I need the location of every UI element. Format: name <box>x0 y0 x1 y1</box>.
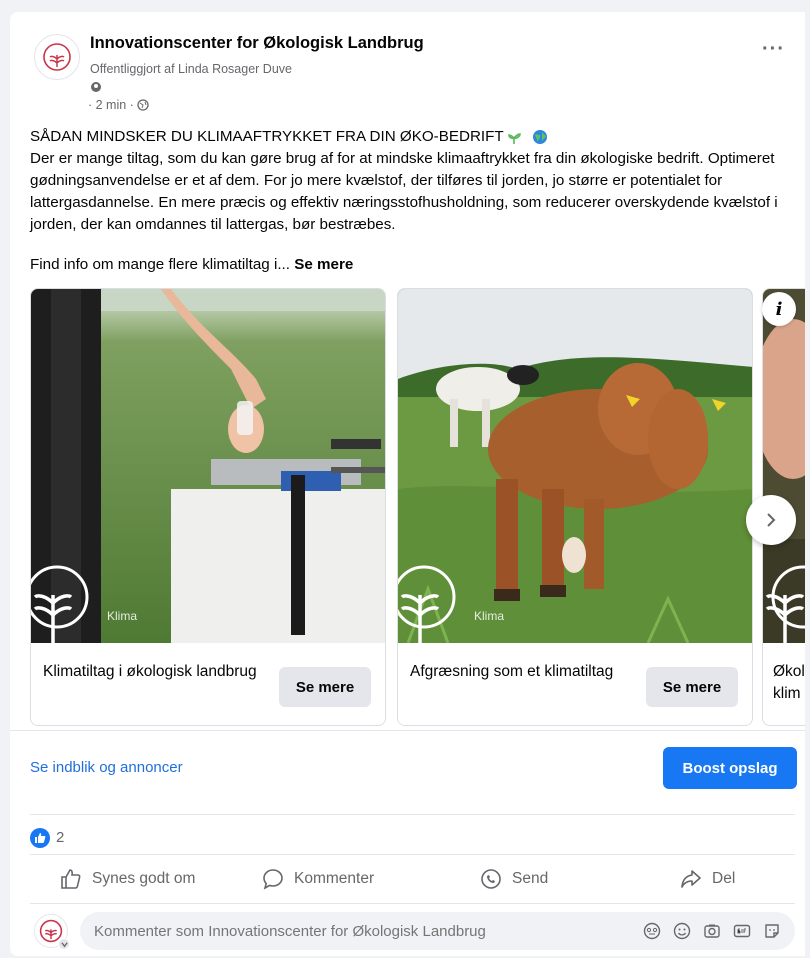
card-1-image[interactable]: Klima <box>31 289 385 643</box>
post-body: Der er mange tiltag, som du kan gøre bru… <box>30 150 778 233</box>
comment-composer <box>30 910 795 954</box>
card-1-tag: Klima <box>107 609 138 623</box>
carousel-card-1[interactable]: Klima Klimatiltag i økologisk landbrug S… <box>30 288 386 726</box>
comment-button[interactable]: Kommenter <box>262 855 374 903</box>
gif-icon[interactable] <box>733 922 751 940</box>
like-button[interactable]: Synes godt om <box>60 855 195 903</box>
insights-link[interactable]: Se indblik og annoncer <box>30 759 183 776</box>
post-headline: SÅDAN MINDSKER DU KLIMAAFTRYKKET FRA DIN… <box>30 128 504 145</box>
published-by[interactable]: Offentliggjort af Linda Rosager Duve <box>90 62 292 76</box>
comment-tools <box>643 922 781 940</box>
klima-logo-icon <box>398 551 462 643</box>
post-text: SÅDAN MINDSKER DU KLIMAAFTRYKKET FRA DIN… <box>30 126 800 236</box>
page-avatar[interactable] <box>34 34 80 80</box>
messenger-icon <box>481 869 501 889</box>
post-teaser: Find info om mange flere klimatiltag i..… <box>30 256 290 273</box>
carousel-next-button[interactable] <box>746 495 796 545</box>
card-2-footer: Afgræsning som et klimatiltag Se mere <box>398 643 752 725</box>
comment-input-wrapper[interactable] <box>80 912 795 950</box>
comment-input[interactable] <box>94 922 614 940</box>
card-2-tag: Klima <box>474 609 505 623</box>
globe-icon <box>137 99 149 111</box>
see-more-row: Find info om mange flere klimatiltag i..… <box>30 256 353 273</box>
page-name[interactable]: Innovationscenter for Økologisk Landbrug <box>90 34 424 53</box>
boost-post-button[interactable]: Boost opslag <box>663 747 797 789</box>
thumbs-up-icon <box>61 869 81 889</box>
card-2-title[interactable]: Afgræsning som et klimatiltag <box>410 661 630 683</box>
post-card: Innovationscenter for Økologisk Landbrug… <box>10 12 805 956</box>
card-1-title[interactable]: Klimatiltag i økologisk landbrug <box>43 661 263 683</box>
see-more-link[interactable]: Se mere <box>294 256 353 273</box>
post-header: Innovationscenter for Økologisk Landbrug… <box>10 12 805 122</box>
send-button[interactable]: Send <box>480 855 548 903</box>
avatar-sticker-icon[interactable] <box>643 922 661 940</box>
carousel-card-2[interactable]: Klima Afgræsning som et klimatiltag Se m… <box>397 288 753 726</box>
card-3-image[interactable] <box>763 289 805 643</box>
klima-logo-icon <box>31 551 95 643</box>
chevron-right-icon <box>767 513 776 527</box>
post-actions: Synes godt om Kommenter Send Del <box>30 854 795 904</box>
more-options-button[interactable]: ··· <box>762 39 785 59</box>
card-2-image[interactable]: Klima <box>398 289 752 643</box>
post-time-text: · 2 min · <box>88 98 134 112</box>
ad-info-button[interactable]: i <box>762 292 796 326</box>
share-button[interactable]: Del <box>680 855 735 903</box>
send-label: Send <box>512 870 549 887</box>
switch-profile-chevron-icon[interactable] <box>58 938 70 950</box>
location-pin-icon <box>90 80 102 98</box>
earth-globe-icon <box>532 130 547 144</box>
camera-icon[interactable] <box>703 922 721 940</box>
share-label: Del <box>712 870 736 887</box>
like-label: Synes godt om <box>92 870 196 887</box>
like-reaction-icon <box>30 827 50 848</box>
seedling-icon <box>507 133 521 144</box>
share-arrow-icon <box>681 870 701 888</box>
card-3-title[interactable]: Økol klim <box>773 661 805 705</box>
ad-carousel: Klima Klimatiltag i økologisk landbrug S… <box>10 288 805 730</box>
reactions-summary[interactable]: 2 <box>30 814 795 848</box>
klima-logo-icon <box>763 551 805 643</box>
post-time[interactable]: · 2 min · <box>88 98 149 112</box>
sprout-logo-icon <box>43 43 71 71</box>
card-1-footer: Klimatiltag i økologisk landbrug Se mere <box>31 643 385 725</box>
card-3-footer: Økol klim <box>763 643 805 725</box>
insights-bar: Se indblik og annoncer Boost opslag <box>10 730 805 804</box>
emoji-icon[interactable] <box>673 922 691 940</box>
comment-label: Kommenter <box>294 870 375 887</box>
card-2-see-more-button[interactable]: Se mere <box>646 667 738 707</box>
reaction-count: 2 <box>56 829 65 846</box>
sticker-icon[interactable] <box>763 922 781 940</box>
comment-bubble-icon <box>263 869 283 890</box>
card-1-see-more-button[interactable]: Se mere <box>279 667 371 707</box>
